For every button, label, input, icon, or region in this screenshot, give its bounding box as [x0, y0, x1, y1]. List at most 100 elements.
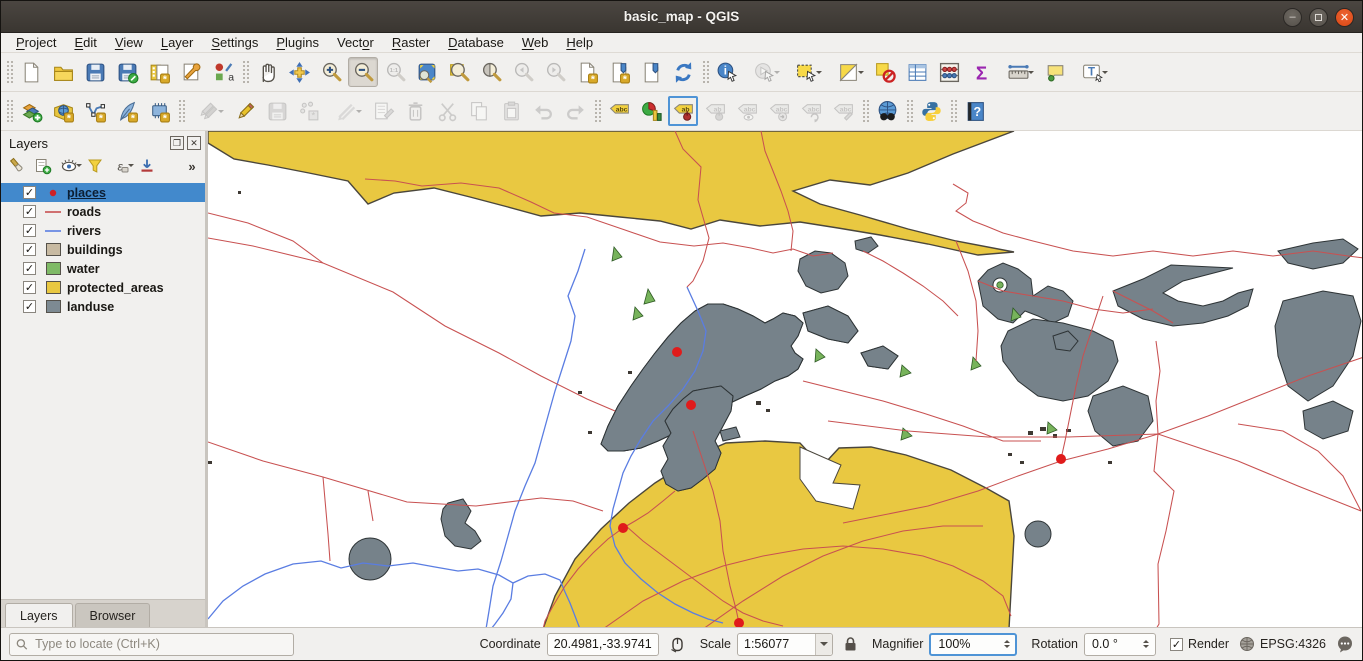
- magnifier-spinbox[interactable]: 100%: [929, 633, 1017, 656]
- open-attribute-table-button[interactable]: [902, 57, 932, 87]
- new-print-layout-button[interactable]: *: [144, 57, 174, 87]
- show-layout-manager-button[interactable]: [176, 57, 206, 87]
- menu-view[interactable]: View: [106, 33, 152, 53]
- measure-button[interactable]: [998, 57, 1038, 87]
- menu-vector[interactable]: Vector: [328, 33, 383, 53]
- rotation-down-icon[interactable]: [1143, 645, 1149, 651]
- scale-combo[interactable]: 1:56077: [737, 633, 833, 656]
- dock-tab-browser[interactable]: Browser: [75, 603, 151, 627]
- zoom-to-selection-button[interactable]: [476, 57, 506, 87]
- toolbar-separator-handle[interactable]: [5, 98, 13, 124]
- new-spatialite-layer-button[interactable]: *: [112, 96, 142, 126]
- layer-item-protected_areas[interactable]: ✓protected_areas: [1, 278, 205, 297]
- select-features-button[interactable]: [786, 57, 826, 87]
- zoom-to-layer-button[interactable]: [444, 57, 474, 87]
- coordinate-field[interactable]: [547, 633, 659, 656]
- python-console-button[interactable]: [916, 96, 946, 126]
- menu-raster[interactable]: Raster: [383, 33, 439, 53]
- refresh-map-button[interactable]: [668, 57, 698, 87]
- expand-collapse-all-button[interactable]: [135, 155, 159, 177]
- minimize-button[interactable]: –: [1283, 8, 1302, 27]
- open-layer-styling-button[interactable]: [5, 155, 29, 177]
- new-virtual-layer-button[interactable]: *: [144, 96, 174, 126]
- toolbar-separator-handle[interactable]: [905, 98, 913, 124]
- open-project-button[interactable]: [48, 57, 78, 87]
- magnifier-up-icon[interactable]: [1004, 637, 1010, 643]
- coordinate-input[interactable]: [548, 636, 658, 652]
- menu-project[interactable]: Project: [7, 33, 65, 53]
- show-spatial-bookmarks-button[interactable]: *: [604, 57, 634, 87]
- toolbar-separator-handle[interactable]: [949, 98, 957, 124]
- map-tips-button[interactable]: [1040, 57, 1070, 87]
- lock-scale-icon[interactable]: [843, 636, 858, 652]
- pan-to-selection-button[interactable]: [284, 57, 314, 87]
- toolbar-separator-handle[interactable]: [177, 98, 185, 124]
- style-manager-button[interactable]: a: [208, 57, 238, 87]
- text-annotation-button[interactable]: T: [1072, 57, 1112, 87]
- layer-checkbox[interactable]: ✓: [23, 243, 36, 256]
- toolbar-separator-handle[interactable]: [701, 59, 709, 85]
- toolbar-separator-handle[interactable]: [593, 98, 601, 124]
- map-canvas[interactable]: [208, 131, 1362, 627]
- menu-database[interactable]: Database: [439, 33, 513, 53]
- panel-overflow-button[interactable]: »: [183, 155, 201, 177]
- layer-checkbox[interactable]: ✓: [23, 281, 36, 294]
- layer-item-buildings[interactable]: ✓buildings: [1, 240, 205, 259]
- layer-item-roads[interactable]: ✓roads: [1, 202, 205, 221]
- metasearch-button[interactable]: [872, 96, 902, 126]
- menu-web[interactable]: Web: [513, 33, 558, 53]
- layer-item-rivers[interactable]: ✓rivers: [1, 221, 205, 240]
- messages-icon[interactable]: [1336, 635, 1354, 653]
- statistics-summary-button[interactable]: Σ: [966, 57, 996, 87]
- add-group-button[interactable]: [31, 155, 55, 177]
- layer-checkbox[interactable]: ✓: [23, 262, 36, 275]
- new-shapefile-layer-button[interactable]: *: [80, 96, 110, 126]
- toolbar-separator-handle[interactable]: [241, 59, 249, 85]
- menu-edit[interactable]: Edit: [65, 33, 105, 53]
- rotation-spinbox[interactable]: 0.0 °: [1084, 633, 1156, 656]
- toggle-editing-button[interactable]: [230, 96, 260, 126]
- help-contents-button[interactable]: ?: [960, 96, 990, 126]
- layer-diagram-button[interactable]: [636, 96, 666, 126]
- toolbar-separator-handle[interactable]: [5, 59, 13, 85]
- layer-labeling-button[interactable]: abc: [604, 96, 634, 126]
- save-project-button[interactable]: [80, 57, 110, 87]
- data-source-manager-button[interactable]: [16, 96, 46, 126]
- scale-dropdown-icon[interactable]: [815, 634, 832, 655]
- layer-checkbox[interactable]: ✓: [23, 300, 36, 313]
- identify-features-button[interactable]: i: [712, 57, 742, 87]
- layer-item-water[interactable]: ✓water: [1, 259, 205, 278]
- new-project-button[interactable]: [16, 57, 46, 87]
- filter-by-expression-button[interactable]: ε: [109, 155, 133, 177]
- rotation-up-icon[interactable]: [1143, 637, 1149, 643]
- zoom-in-button[interactable]: [316, 57, 346, 87]
- toolbar-separator-handle[interactable]: [861, 98, 869, 124]
- layer-item-landuse[interactable]: ✓landuse: [1, 297, 205, 316]
- crs-value[interactable]: EPSG:4326: [1260, 637, 1326, 651]
- panel-close-icon[interactable]: ✕: [187, 136, 201, 150]
- new-geopackage-layer-button[interactable]: *: [48, 96, 78, 126]
- zoom-full-button[interactable]: [412, 57, 442, 87]
- menu-help[interactable]: Help: [557, 33, 602, 53]
- locate-input[interactable]: [33, 636, 287, 652]
- mouse-extent-icon[interactable]: [669, 636, 686, 653]
- layer-item-places[interactable]: ✓places: [1, 183, 205, 202]
- manage-map-themes-button[interactable]: [57, 155, 81, 177]
- layer-checkbox[interactable]: ✓: [23, 186, 36, 199]
- pan-map-button[interactable]: [252, 57, 282, 87]
- bookmark-manager-button[interactable]: [636, 57, 666, 87]
- magnifier-down-icon[interactable]: [1004, 645, 1010, 651]
- close-button[interactable]: ✕: [1335, 8, 1354, 27]
- locate-box[interactable]: [9, 633, 294, 656]
- menu-plugins[interactable]: Plugins: [267, 33, 328, 53]
- save-project-as-button[interactable]: [112, 57, 142, 87]
- new-spatial-bookmark-button[interactable]: *: [572, 57, 602, 87]
- deselect-all-button[interactable]: [870, 57, 900, 87]
- dock-tab-layers[interactable]: Layers: [5, 603, 73, 627]
- select-by-value-button[interactable]: [828, 57, 868, 87]
- render-checkbox[interactable]: ✓: [1170, 638, 1183, 651]
- layer-checkbox[interactable]: ✓: [23, 205, 36, 218]
- pin-labels-button[interactable]: ab: [668, 96, 698, 126]
- maximize-button[interactable]: [1309, 8, 1328, 27]
- menu-layer[interactable]: Layer: [152, 33, 203, 53]
